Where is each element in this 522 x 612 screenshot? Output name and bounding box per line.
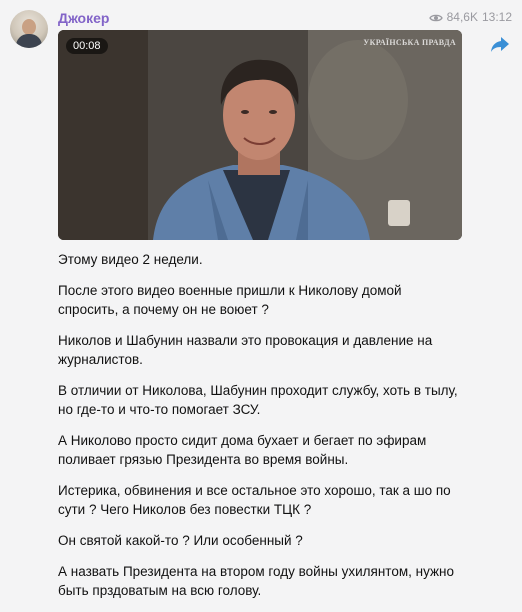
video-player[interactable]: 00:08 УКРАЇНСЬКА ПРАВДА xyxy=(58,30,462,240)
message-paragraph: А назвать Президента на втором году войн… xyxy=(58,564,454,598)
message-paragraph: Николов и Шабунин назвали это провокация… xyxy=(58,333,433,367)
message-paragraph: Истерика, обвинения и все остальное это … xyxy=(58,483,451,517)
share-button[interactable] xyxy=(488,32,512,56)
channel-avatar[interactable] xyxy=(10,10,48,48)
message-paragraph: После этого видео военные пришли к Никол… xyxy=(58,283,402,317)
message-paragraph: А Николово просто сидит дома бухает и бе… xyxy=(58,433,427,467)
message-paragraph: Этому видео 2 недели. xyxy=(58,252,203,267)
message-paragraph: Он святой какой-то ? Или особенный ? xyxy=(58,533,303,548)
video-duration: 00:08 xyxy=(66,38,108,54)
channel-name[interactable]: Джокер xyxy=(58,10,109,26)
post-meta: 84,6K 13:12 xyxy=(428,10,512,24)
view-count: 84,6K xyxy=(446,10,478,24)
share-arrow-icon xyxy=(491,37,509,52)
video-watermark: УКРАЇНСЬКА ПРАВДА xyxy=(363,38,456,47)
avatar-face xyxy=(22,19,36,35)
post-time: 13:12 xyxy=(481,10,512,24)
eye-icon xyxy=(428,12,443,22)
message-paragraph: В отличии от Николова, Шабунин проходит … xyxy=(58,383,458,417)
message-text: Этому видео 2 недели. После этого видео … xyxy=(58,250,458,612)
video-thumbnail xyxy=(58,30,462,240)
avatar-body xyxy=(16,34,42,48)
